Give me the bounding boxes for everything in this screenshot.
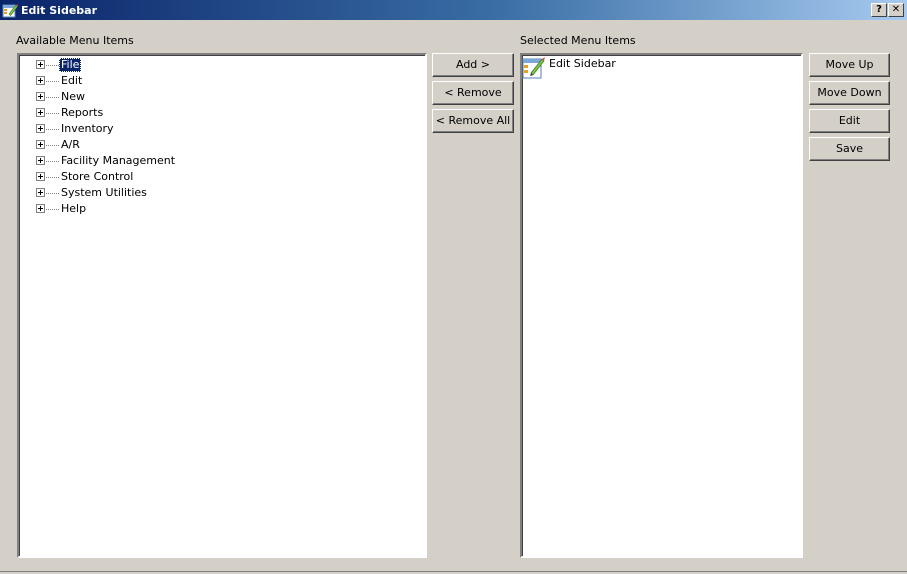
tree-item-label: Inventory — [61, 122, 114, 135]
tree-item[interactable]: Edit — [19, 73, 425, 89]
tree-item-label: Facility Management — [61, 154, 176, 167]
tree-item[interactable]: Inventory — [19, 121, 425, 137]
help-button[interactable]: ? — [871, 3, 887, 17]
tree-connector — [46, 97, 59, 98]
tree-item[interactable]: A/R — [19, 137, 425, 153]
tree-connector — [46, 145, 59, 146]
tree-connector — [46, 129, 59, 130]
tree-connector — [46, 161, 59, 162]
tree-item[interactable]: New — [19, 89, 425, 105]
expand-icon[interactable] — [36, 156, 45, 165]
tree-item-label: Edit — [61, 74, 83, 87]
list-item-label: Edit Sidebar — [549, 57, 616, 70]
tree-item-label: File — [59, 58, 82, 72]
expand-icon[interactable] — [36, 92, 45, 101]
edit-sidebar-icon — [2, 4, 18, 18]
window-bottom-border — [0, 571, 907, 572]
tree-item-label: Help — [61, 202, 87, 215]
tree-connector — [46, 177, 59, 178]
title-bar: Edit Sidebar ? ✕ — [0, 0, 907, 20]
selected-items-label: Selected Menu Items — [520, 34, 636, 47]
expand-icon[interactable] — [36, 60, 45, 69]
tree-item[interactable]: Reports — [19, 105, 425, 121]
tree-connector — [46, 65, 59, 66]
tree-connector — [46, 193, 59, 194]
close-button[interactable]: ✕ — [888, 3, 904, 17]
tree-item[interactable]: File — [19, 57, 425, 73]
list-item[interactable]: Edit Sidebar — [522, 55, 801, 81]
tree-item-label: A/R — [61, 138, 80, 151]
available-items-label: Available Menu Items — [16, 34, 134, 47]
move-up-button[interactable]: Move Up — [809, 53, 890, 77]
expand-icon[interactable] — [36, 204, 45, 213]
expand-icon[interactable] — [36, 188, 45, 197]
remove-all-button[interactable]: < Remove All — [432, 109, 514, 133]
edit-sidebar-icon — [522, 57, 545, 79]
expand-icon[interactable] — [36, 76, 45, 85]
window-title: Edit Sidebar — [21, 3, 97, 17]
tree-item[interactable]: System Utilities — [19, 185, 425, 201]
tree-item[interactable]: Help — [19, 201, 425, 217]
expand-icon[interactable] — [36, 172, 45, 181]
expand-icon[interactable] — [36, 108, 45, 117]
tree-item-label: System Utilities — [61, 186, 147, 199]
tree-item-label: New — [61, 90, 85, 103]
save-button[interactable]: Save — [809, 137, 890, 161]
add-button[interactable]: Add > — [432, 53, 514, 77]
remove-button[interactable]: < Remove — [432, 81, 514, 105]
tree-connector — [46, 81, 59, 82]
selected-items-list[interactable]: Edit Sidebar — [520, 53, 803, 558]
expand-icon[interactable] — [36, 140, 45, 149]
edit-button[interactable]: Edit — [809, 109, 890, 133]
tree-item-label: Store Control — [61, 170, 134, 183]
tree-item[interactable]: Store Control — [19, 169, 425, 185]
available-items-tree[interactable]: File Edit New Reports Inventory A/R Facility M… — [17, 53, 427, 558]
move-down-button[interactable]: Move Down — [809, 81, 890, 105]
expand-icon[interactable] — [36, 124, 45, 133]
tree-connector — [46, 113, 59, 114]
tree-connector — [46, 209, 59, 210]
tree-item[interactable]: Facility Management — [19, 153, 425, 169]
tree-item-label: Reports — [61, 106, 104, 119]
